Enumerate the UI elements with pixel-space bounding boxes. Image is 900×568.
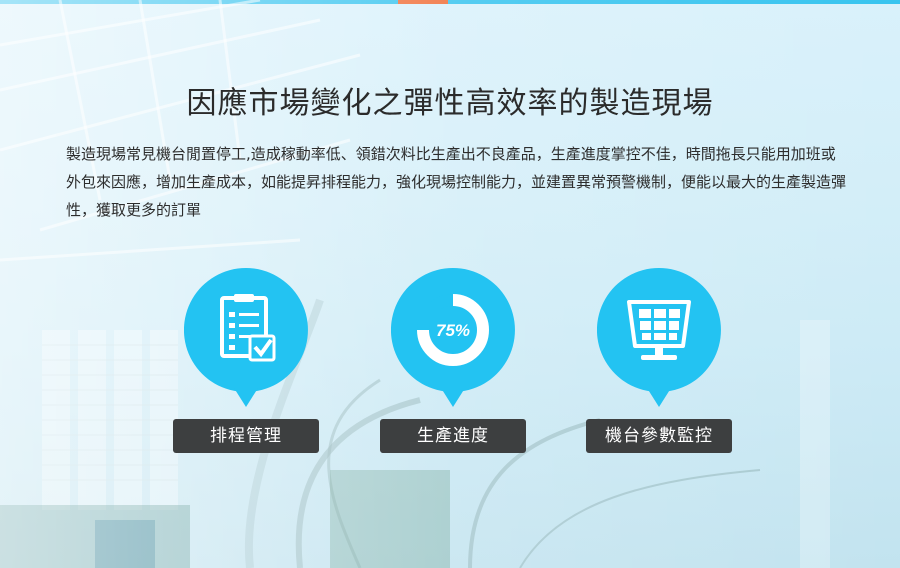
progress-percent-text: 75% [436,321,470,340]
progress-donut-icon: 75% [391,268,515,407]
feature-machine-monitoring: 機台參數監控 [586,268,732,458]
clipboard-checklist-icon [184,268,308,407]
page-title: 因應市場變化之彈性高效率的製造現場 [186,86,714,122]
feature-production-progress: 75% 生產進度 [380,268,526,458]
feature-label-production-progress: 生產進度 [380,419,526,453]
main-content: 因應市場變化之彈性高效率的製造現場 製造現場常見機台閒置停工,造成稼動率低、領錯… [0,0,900,568]
monitor-panel-icon [597,268,721,407]
feature-label-scheduling: 排程管理 [173,419,319,453]
feature-label-machine-monitoring: 機台參數監控 [586,419,732,453]
description-text: 製造現場常見機台閒置停工,造成稼動率低、領錯次料比生產出不良產品，生產進度掌控不… [66,145,847,219]
feature-scheduling: 排程管理 [173,268,319,458]
